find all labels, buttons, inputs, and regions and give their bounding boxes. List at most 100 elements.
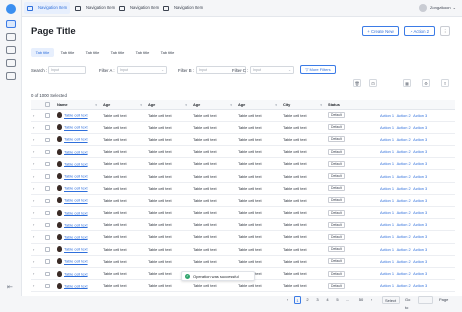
action-1-link[interactable]: Action 1: [380, 125, 394, 130]
name-link[interactable]: Table cell text: [64, 125, 88, 130]
search-input[interactable]: Input: [48, 66, 86, 74]
action-1-link[interactable]: Action 1: [380, 210, 394, 215]
name-link[interactable]: Table cell text: [64, 174, 88, 179]
action-1-link[interactable]: Action 1: [380, 161, 394, 166]
action-2-link[interactable]: Action 2: [397, 222, 411, 227]
name-link[interactable]: Table cell text: [64, 210, 88, 215]
nav-item-3[interactable]: Navigation Item: [116, 2, 162, 14]
column-header-age-4[interactable]: Age▾: [236, 100, 281, 109]
tab-2[interactable]: Tab title: [56, 48, 79, 57]
action-1-link[interactable]: Action 1: [380, 222, 394, 227]
table-row[interactable]: ›Table cell textTable cell textTable cel…: [31, 255, 455, 267]
page-4-button[interactable]: 4: [324, 296, 331, 304]
action-3-link[interactable]: Action 3: [413, 259, 427, 264]
action-3-link[interactable]: Action 3: [413, 125, 427, 130]
row-checkbox[interactable]: [43, 182, 55, 194]
action-3-link[interactable]: Action 3: [413, 149, 427, 154]
cell-name[interactable]: Table cell text: [55, 267, 101, 279]
rail-item-4-icon[interactable]: [6, 59, 16, 67]
create-new-button[interactable]: + Create New: [362, 26, 399, 36]
cell-name[interactable]: Table cell text: [55, 182, 101, 194]
table-row[interactable]: ›Table cell textTable cell textTable cel…: [31, 170, 455, 182]
page-3-button[interactable]: 3: [314, 296, 321, 304]
table-row[interactable]: ›Table cell textTable cell textTable cel…: [31, 207, 455, 219]
name-link[interactable]: Table cell text: [64, 222, 88, 227]
lock-icon[interactable]: ⊡: [369, 79, 377, 87]
name-link[interactable]: Table cell text: [64, 161, 88, 166]
row-checkbox[interactable]: [43, 231, 55, 243]
row-checkbox[interactable]: [43, 219, 55, 231]
cell-name[interactable]: Table cell text: [55, 158, 101, 170]
expand-row-button[interactable]: ›: [31, 121, 43, 133]
row-checkbox[interactable]: [43, 280, 55, 292]
expand-row-button[interactable]: ›: [31, 133, 43, 145]
action-3-link[interactable]: Action 3: [413, 210, 427, 215]
nav-item-4[interactable]: Navigation Item: [160, 2, 206, 14]
table-row[interactable]: ›Table cell textTable cell textTable cel…: [31, 158, 455, 170]
cell-name[interactable]: Table cell text: [55, 231, 101, 243]
row-checkbox[interactable]: [43, 109, 55, 121]
action-2-link[interactable]: Action 2: [397, 149, 411, 154]
collapse-sidebar-icon[interactable]: ⇤: [7, 283, 13, 291]
expand-row-button[interactable]: ›: [31, 231, 43, 243]
action-1-link[interactable]: Action 1: [380, 259, 394, 264]
row-checkbox[interactable]: [43, 243, 55, 255]
columns-icon[interactable]: ▦: [403, 79, 411, 87]
expand-row-button[interactable]: ›: [31, 182, 43, 194]
cell-name[interactable]: Table cell text: [55, 194, 101, 206]
action-3-link[interactable]: Action 3: [413, 283, 427, 288]
table-row[interactable]: ›Table cell textTable cell textTable cel…: [31, 109, 455, 121]
expand-row-button[interactable]: ›: [31, 170, 43, 182]
action-2-link[interactable]: Action 2: [397, 174, 411, 179]
page-size-select[interactable]: Select: [382, 296, 400, 304]
action-2-link[interactable]: Action 2: [397, 161, 411, 166]
cell-name[interactable]: Table cell text: [55, 121, 101, 133]
row-checkbox[interactable]: [43, 170, 55, 182]
prev-page-button[interactable]: ‹: [284, 296, 291, 304]
cell-name[interactable]: Table cell text: [55, 243, 101, 255]
action-2-link[interactable]: Action 2: [397, 186, 411, 191]
cell-name[interactable]: Table cell text: [55, 219, 101, 231]
delete-icon[interactable]: 🗑: [353, 79, 361, 87]
table-row[interactable]: ›Table cell textTable cell textTable cel…: [31, 243, 455, 255]
action-2-link[interactable]: Action 2: [397, 125, 411, 130]
action-2-link[interactable]: Action 2: [397, 137, 411, 142]
action-2-link[interactable]: Action 2: [397, 210, 411, 215]
name-link[interactable]: Table cell text: [64, 137, 88, 142]
action-2-link[interactable]: Action 2: [397, 283, 411, 288]
action-1-link[interactable]: Action 1: [380, 198, 394, 203]
action-3-link[interactable]: Action 3: [413, 186, 427, 191]
filter-c-select[interactable]: Input⌄: [250, 66, 294, 74]
action-3-link[interactable]: Action 3: [413, 222, 427, 227]
expand-row-button[interactable]: ›: [31, 158, 43, 170]
more-options-button[interactable]: ⋮: [440, 26, 450, 36]
action-2-link[interactable]: Action 2: [397, 113, 411, 118]
tab-1[interactable]: Tab title: [31, 48, 54, 57]
name-link[interactable]: Table cell text: [64, 198, 88, 203]
column-header-city[interactable]: City▾: [281, 100, 326, 109]
row-checkbox[interactable]: [43, 267, 55, 279]
page-2-button[interactable]: 2: [304, 296, 311, 304]
table-row[interactable]: ›Table cell textTable cell textTable cel…: [31, 146, 455, 158]
row-checkbox[interactable]: [43, 146, 55, 158]
goto-input[interactable]: [418, 296, 433, 304]
expand-row-button[interactable]: ›: [31, 243, 43, 255]
more-filters-button[interactable]: ▽ More Filters: [300, 65, 336, 74]
action-3-link[interactable]: Action 3: [413, 271, 427, 276]
filter-a-select[interactable]: Input⌄: [117, 66, 167, 74]
cell-name[interactable]: Table cell text: [55, 109, 101, 121]
action-1-link[interactable]: Action 1: [380, 283, 394, 288]
row-checkbox[interactable]: [43, 194, 55, 206]
expand-row-button[interactable]: ›: [31, 146, 43, 158]
cell-name[interactable]: Table cell text: [55, 146, 101, 158]
table-row[interactable]: ›Table cell textTable cell textTable cel…: [31, 231, 455, 243]
column-header-age-2[interactable]: Age▾: [146, 100, 191, 109]
action-3-link[interactable]: Action 3: [413, 247, 427, 252]
action-1-link[interactable]: Action 1: [380, 247, 394, 252]
name-link[interactable]: Table cell text: [64, 186, 88, 191]
expand-row-button[interactable]: ›: [31, 280, 43, 292]
cell-name[interactable]: Table cell text: [55, 170, 101, 182]
row-checkbox[interactable]: [43, 207, 55, 219]
cell-name[interactable]: Table cell text: [55, 133, 101, 145]
table-row[interactable]: ›Table cell textTable cell textTable cel…: [31, 280, 455, 292]
